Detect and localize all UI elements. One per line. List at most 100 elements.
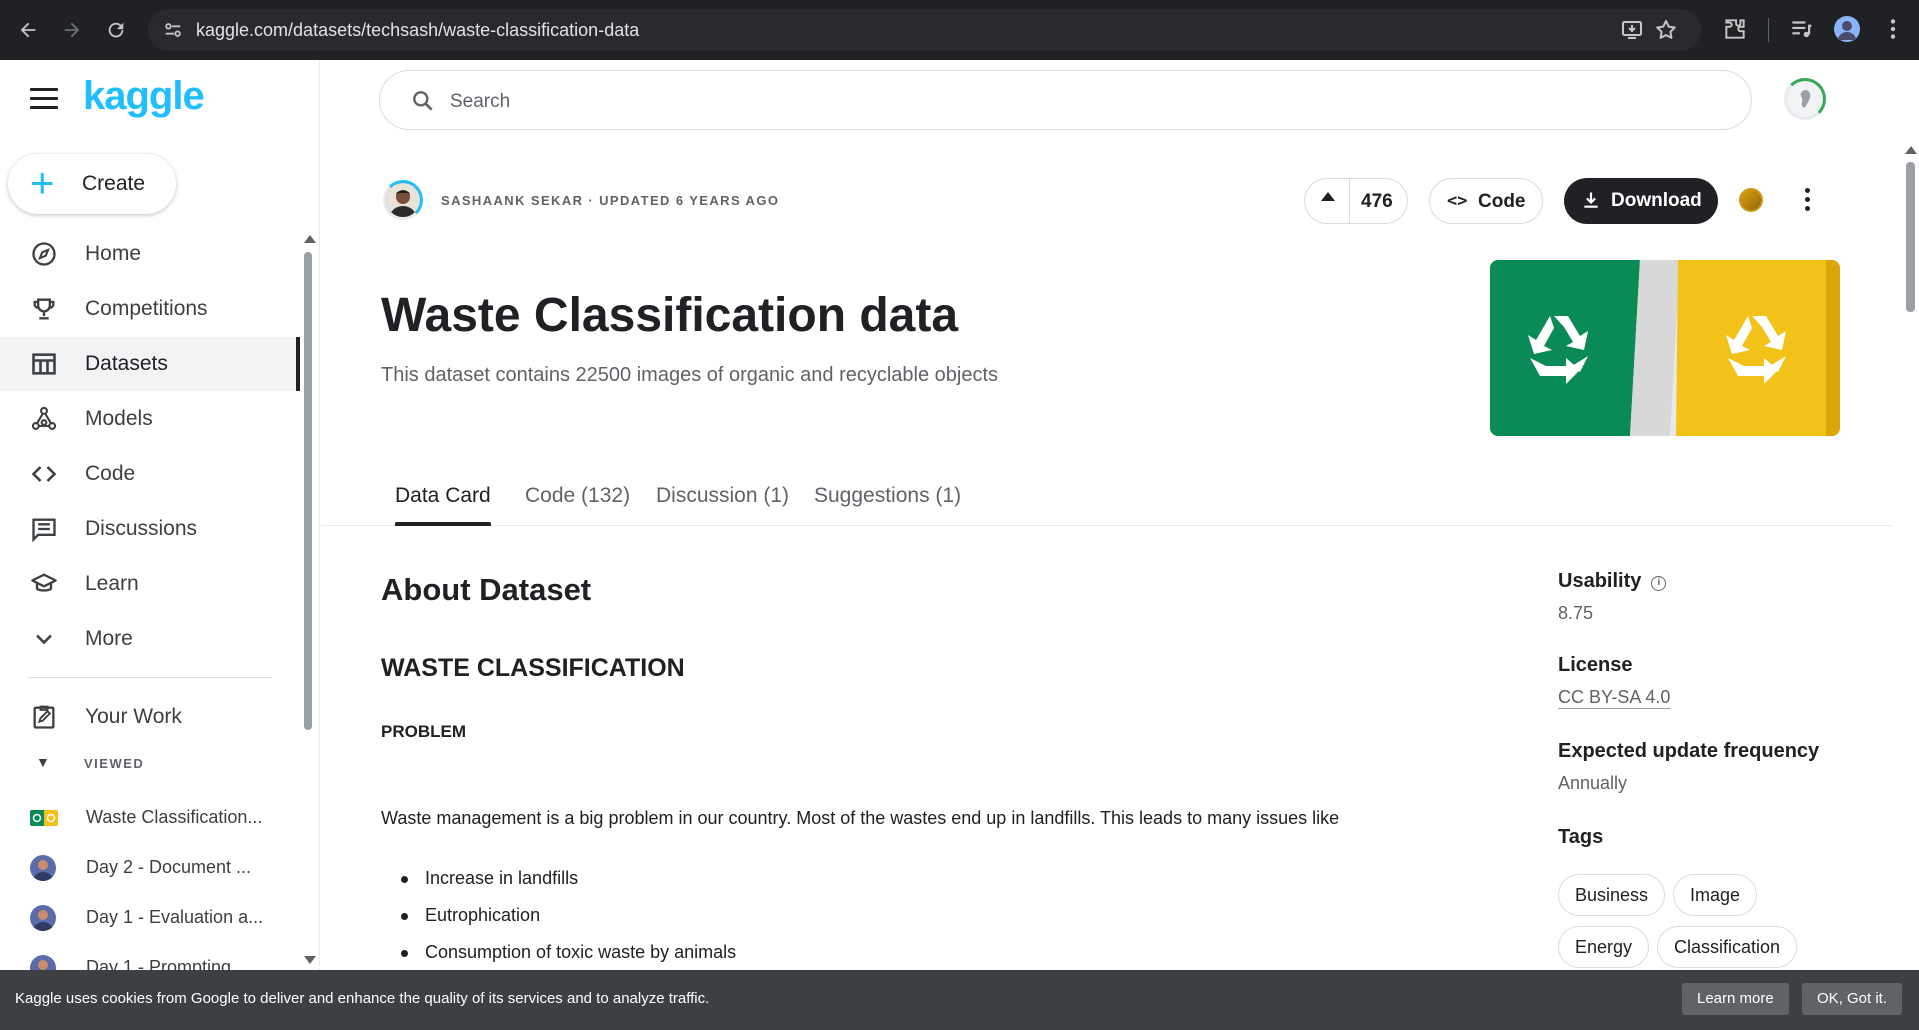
media-icon[interactable] [1788, 16, 1814, 42]
dataset-cover-image [1490, 260, 1840, 436]
scroll-up-arrow-icon[interactable] [304, 235, 316, 243]
cookie-banner: Kaggle uses cookies from Google to deliv… [0, 970, 1919, 1030]
extensions-icon[interactable] [1722, 16, 1748, 42]
code-button-label: Code [1478, 191, 1526, 212]
content-heading: WASTE CLASSIFICATION [381, 654, 685, 682]
usability-block: Usability i 8.75 [1558, 570, 1667, 624]
sidebar-item-label: Models [85, 407, 153, 430]
toolbar-separator [1768, 18, 1769, 42]
section-heading: About Dataset [381, 572, 592, 607]
license-label: License [1558, 654, 1633, 676]
viewed-section-toggle[interactable]: ▼ VIEWED [0, 750, 300, 780]
url-text: kaggle.com/datasets/techsash/waste-class… [196, 20, 640, 40]
sidebar-item-home[interactable]: Home [0, 227, 300, 281]
edit-note-icon [30, 703, 58, 731]
list-item: Eutrophication [381, 905, 736, 942]
tab-suggestions[interactable]: Suggestions (1) [814, 484, 961, 508]
sidebar-item-datasets[interactable]: Datasets [0, 337, 300, 391]
content-paragraph: Waste management is a big problem in our… [381, 808, 1340, 828]
kebab-menu-icon[interactable] [1880, 16, 1906, 42]
install-icon[interactable] [1620, 18, 1644, 42]
site-settings-icon[interactable] [162, 19, 184, 41]
reload-icon[interactable] [98, 12, 134, 48]
info-icon[interactable]: i [1651, 576, 1667, 591]
sidebar-item-code[interactable]: Code [0, 447, 300, 501]
search-icon [410, 88, 436, 114]
sidebar-item-competitions[interactable]: Competitions [0, 282, 300, 336]
back-arrow-icon[interactable] [10, 12, 46, 48]
main-content: Search SASHAANK SEKAR · UPDATED 6 YEARS … [321, 60, 1919, 970]
viewed-item[interactable]: Waste Classification... [0, 795, 300, 841]
frequency-value: Annually [1558, 773, 1628, 793]
scroll-up-arrow-icon[interactable] [1905, 146, 1917, 154]
tab-code[interactable]: Code (132) [525, 484, 630, 508]
forward-arrow-icon[interactable] [54, 12, 90, 48]
ok-got-it-button[interactable]: OK, Got it. [1802, 983, 1903, 1015]
upvote-button[interactable]: 476 [1304, 178, 1408, 224]
plus-icon: + [30, 159, 55, 206]
frequency-block: Expected update frequency Annually [1558, 740, 1819, 794]
user-avatar[interactable] [1784, 78, 1826, 120]
frequency-label: Expected update frequency [1558, 740, 1820, 762]
compass-icon [30, 240, 58, 268]
tag-chip[interactable]: Classification [1657, 926, 1798, 968]
download-button[interactable]: Download [1564, 178, 1718, 224]
sidebar: kaggle + Create Home Competitions Datase… [0, 60, 320, 970]
vote-count: 476 [1361, 191, 1393, 212]
dataset-thumbnail-icon [30, 810, 58, 826]
table-icon [30, 350, 58, 378]
cookie-message: Kaggle uses cookies from Google to deliv… [15, 990, 710, 1007]
viewed-label: VIEWED [84, 756, 145, 771]
kaggle-logo[interactable]: kaggle [83, 74, 205, 119]
bookmark-star-icon[interactable] [1654, 18, 1678, 42]
viewed-item[interactable]: Day 1 - Prompting [0, 945, 300, 970]
download-button-label: Download [1611, 190, 1702, 211]
learn-more-button[interactable]: Learn more [1682, 983, 1789, 1015]
sidebar-item-models[interactable]: Models [0, 392, 300, 446]
sidebar-scrollbar[interactable] [304, 252, 312, 730]
caret-down-icon: ▼ [36, 754, 50, 770]
page-title: Waste Classification data [381, 289, 959, 342]
tab-discussion[interactable]: Discussion (1) [656, 484, 789, 508]
viewed-item-label: Day 1 - Prompting [86, 957, 232, 970]
sidebar-item-learn[interactable]: Learn [0, 557, 300, 611]
owner-avatar[interactable] [383, 180, 423, 220]
license-link[interactable]: CC BY-SA 4.0 [1558, 687, 1670, 708]
page-subtitle: This dataset contains 22500 images of or… [381, 364, 999, 386]
profile-icon[interactable] [1834, 16, 1860, 42]
tag-chip[interactable]: Business [1558, 874, 1666, 916]
discussion-icon [30, 515, 58, 543]
more-options-icon[interactable] [1805, 188, 1813, 214]
code-button[interactable]: <> Code [1429, 178, 1543, 224]
create-button[interactable]: + Create [8, 154, 176, 214]
graduation-cap-icon [30, 570, 58, 598]
menu-icon[interactable] [30, 88, 58, 110]
content-subheading: PROBLEM [381, 722, 466, 741]
tag-chip[interactable]: Energy [1558, 926, 1650, 968]
tags-block: Tags [1558, 826, 1603, 849]
usability-label: Usability [1558, 570, 1642, 592]
active-tab-indicator [395, 522, 491, 526]
viewed-item[interactable]: Day 1 - Evaluation a... [0, 895, 300, 941]
tag-chip[interactable]: Image [1673, 874, 1758, 916]
list-item: Increase in landfills [381, 868, 736, 905]
create-label: Create [82, 172, 146, 195]
usability-value: 8.75 [1558, 603, 1594, 623]
search-placeholder: Search [450, 91, 511, 112]
download-icon [1581, 190, 1601, 210]
models-icon [30, 405, 58, 433]
sidebar-item-label: Your Work [85, 705, 182, 728]
sidebar-item-your-work[interactable]: Your Work [0, 690, 300, 744]
address-bar[interactable]: kaggle.com/datasets/techsash/waste-class… [148, 9, 1701, 51]
tab-data-card[interactable]: Data Card [395, 484, 491, 508]
avatar [30, 905, 56, 931]
viewed-item[interactable]: Day 2 - Document ... [0, 845, 300, 891]
scroll-down-arrow-icon[interactable] [304, 956, 316, 964]
upvote-arrow-icon [1321, 192, 1335, 201]
code-icon [30, 460, 58, 488]
search-input[interactable]: Search [379, 70, 1752, 130]
sidebar-item-discussions[interactable]: Discussions [0, 502, 300, 556]
owner-updated-text: SASHAANK SEKAR · UPDATED 6 YEARS AGO [441, 193, 780, 208]
sidebar-item-more[interactable]: More [0, 612, 300, 666]
main-scrollbar[interactable] [1906, 162, 1915, 312]
